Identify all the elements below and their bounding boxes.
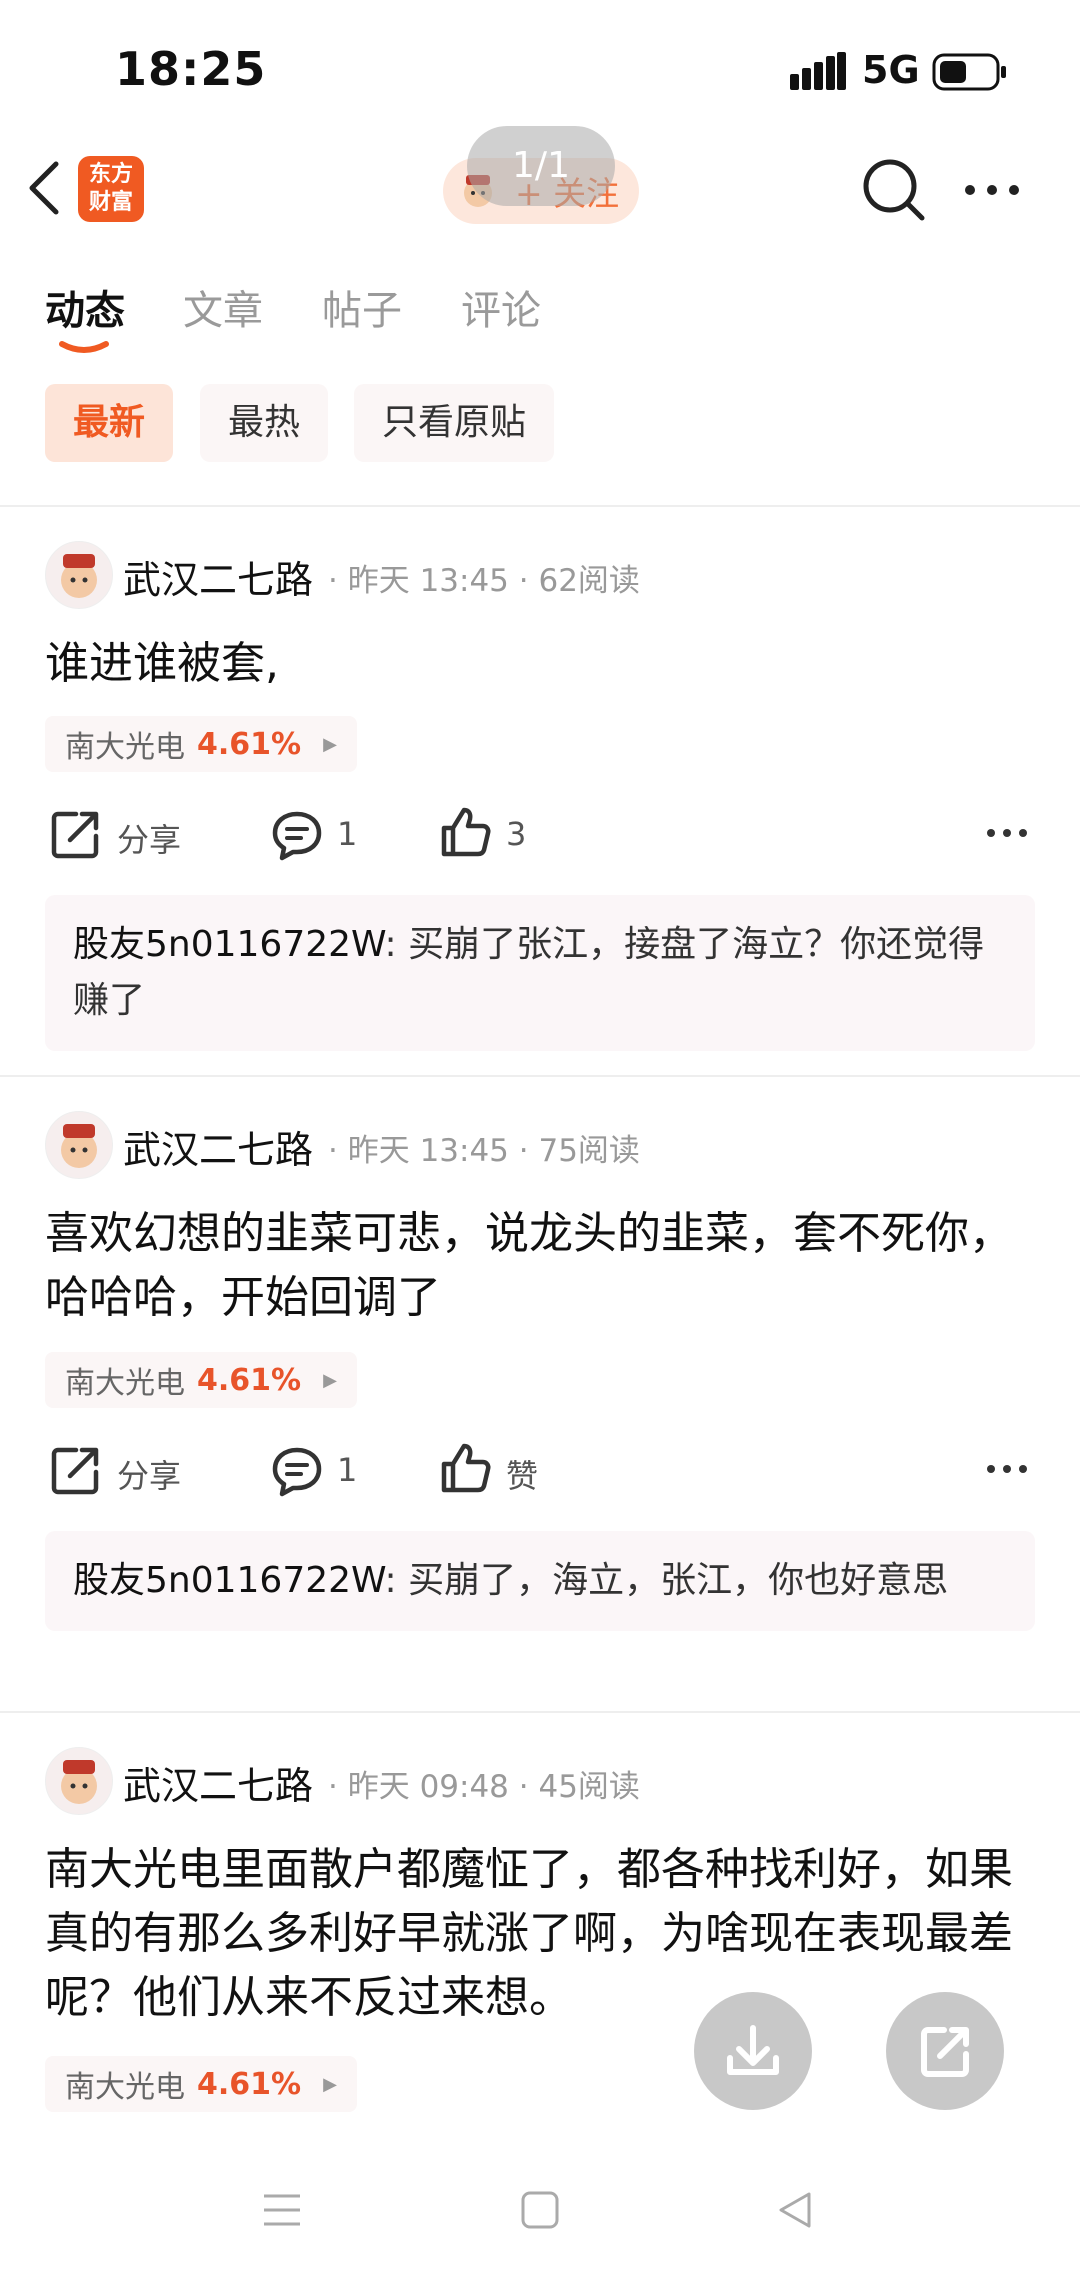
post-meta: · 昨天 13:45 · 62阅读 xyxy=(328,563,640,599)
share-icon[interactable] xyxy=(48,1444,102,1498)
filter-latest[interactable]: 最新 xyxy=(45,384,174,462)
comment-count[interactable]: 1 xyxy=(337,1451,357,1489)
stock-change: 4.61% xyxy=(197,726,302,762)
network-type: 5G xyxy=(862,48,920,92)
download-button[interactable] xyxy=(694,1992,812,2110)
reply-separator: : xyxy=(384,924,397,965)
stock-name: 南大光电 xyxy=(65,2070,185,2105)
reply-user[interactable]: 股友5n0116722W xyxy=(73,924,385,965)
battery-icon xyxy=(932,53,1006,91)
comment-icon[interactable] xyxy=(270,808,324,862)
stock-tag[interactable]: 南大光电 4.61% ▶ xyxy=(45,2056,357,2112)
reply-user[interactable]: 股友5n0116722W xyxy=(73,1560,385,1601)
chevron-right-icon: ▶ xyxy=(323,1369,337,1391)
like-icon[interactable] xyxy=(438,1442,492,1496)
post-text[interactable]: 谁进谁被套, xyxy=(45,632,1035,696)
tab-articles[interactable]: 文章 xyxy=(183,278,263,336)
chevron-right-icon: ▶ xyxy=(323,733,337,755)
post-author[interactable]: 武汉二七路 xyxy=(123,549,313,604)
post-reads: 45阅读 xyxy=(538,1769,640,1805)
share-icon xyxy=(921,2027,969,2077)
avatar-icon xyxy=(61,1124,97,1168)
post-reads: 62阅读 xyxy=(538,563,640,599)
post-meta: · 昨天 09:48 · 45阅读 xyxy=(328,1769,640,1805)
like-label[interactable]: 赞 xyxy=(506,1451,538,1497)
logo-line-1: 东方 xyxy=(88,162,133,187)
page-indicator: 1/1 xyxy=(467,126,615,206)
download-icon xyxy=(727,2025,779,2075)
avatar[interactable] xyxy=(45,541,113,609)
reply-separator: : xyxy=(384,1560,397,1601)
post-time: 昨天 13:45 xyxy=(347,1133,509,1169)
stock-change: 4.61% xyxy=(197,1362,302,1398)
avatar-icon xyxy=(61,1760,97,1804)
menu-icon[interactable] xyxy=(262,2190,302,2230)
divider xyxy=(0,1711,1080,1713)
reply-text: 买崩了，海立，张江，你也好意思 xyxy=(408,1560,949,1601)
comment-icon[interactable] xyxy=(270,1444,324,1498)
tab-posts[interactable]: 帖子 xyxy=(322,278,402,336)
avatar[interactable] xyxy=(45,1747,113,1815)
post-text[interactable]: 喜欢幻想的韭菜可悲，说龙头的韭菜，套不死你，哈哈哈，开始回调了 xyxy=(45,1202,1035,1330)
more-icon[interactable] xyxy=(962,180,1022,200)
logo-line-2: 财富 xyxy=(88,190,133,215)
share-label[interactable]: 分享 xyxy=(117,815,181,861)
reply-preview[interactable]: 股友5n0116722W: 买崩了，海立，张江，你也好意思 xyxy=(45,1531,1035,1631)
search-icon[interactable] xyxy=(858,154,928,224)
divider xyxy=(0,505,1080,507)
stock-tag[interactable]: 南大光电 4.61% ▶ xyxy=(45,716,357,772)
stock-name: 南大光电 xyxy=(65,730,185,765)
back-icon[interactable] xyxy=(24,158,64,218)
post-author[interactable]: 武汉二七路 xyxy=(123,1119,313,1174)
stock-tag[interactable]: 南大光电 4.61% ▶ xyxy=(45,1352,357,1408)
more-icon[interactable] xyxy=(985,1461,1029,1477)
tab-dynamics[interactable]: 动态 xyxy=(45,278,125,336)
avatar-icon xyxy=(61,554,97,598)
reply-preview[interactable]: 股友5n0116722W: 买崩了张江，接盘了海立？你还觉得赚了 xyxy=(45,895,1035,1051)
filter-hot[interactable]: 最热 xyxy=(200,384,329,462)
share-icon[interactable] xyxy=(48,808,102,862)
post-reads: 75阅读 xyxy=(538,1133,640,1169)
stock-name: 南大光电 xyxy=(65,1366,185,1401)
like-count[interactable]: 3 xyxy=(506,815,526,853)
share-float-button[interactable] xyxy=(886,1992,1004,2110)
post-time: 昨天 09:48 xyxy=(347,1769,509,1805)
post-meta: · 昨天 13:45 · 75阅读 xyxy=(328,1133,640,1169)
filter-original-only[interactable]: 只看原贴 xyxy=(354,384,555,462)
back-nav-icon[interactable] xyxy=(775,2190,815,2230)
more-icon[interactable] xyxy=(985,825,1029,841)
app-logo: 东方 财富 xyxy=(78,156,144,222)
avatar[interactable] xyxy=(45,1111,113,1179)
share-label[interactable]: 分享 xyxy=(117,1451,181,1497)
stock-change: 4.61% xyxy=(197,2066,302,2102)
chevron-right-icon: ▶ xyxy=(323,2073,337,2095)
comment-count[interactable]: 1 xyxy=(337,815,357,853)
tab-comments[interactable]: 评论 xyxy=(461,278,541,336)
tab-active-indicator xyxy=(59,341,109,353)
status-time: 18:25 xyxy=(115,42,267,96)
post-author[interactable]: 武汉二七路 xyxy=(123,1755,313,1810)
post-time: 昨天 13:45 xyxy=(347,563,509,599)
home-icon[interactable] xyxy=(520,2190,560,2230)
like-icon[interactable] xyxy=(438,806,492,860)
divider xyxy=(0,1075,1080,1077)
signal-icon xyxy=(790,52,846,90)
